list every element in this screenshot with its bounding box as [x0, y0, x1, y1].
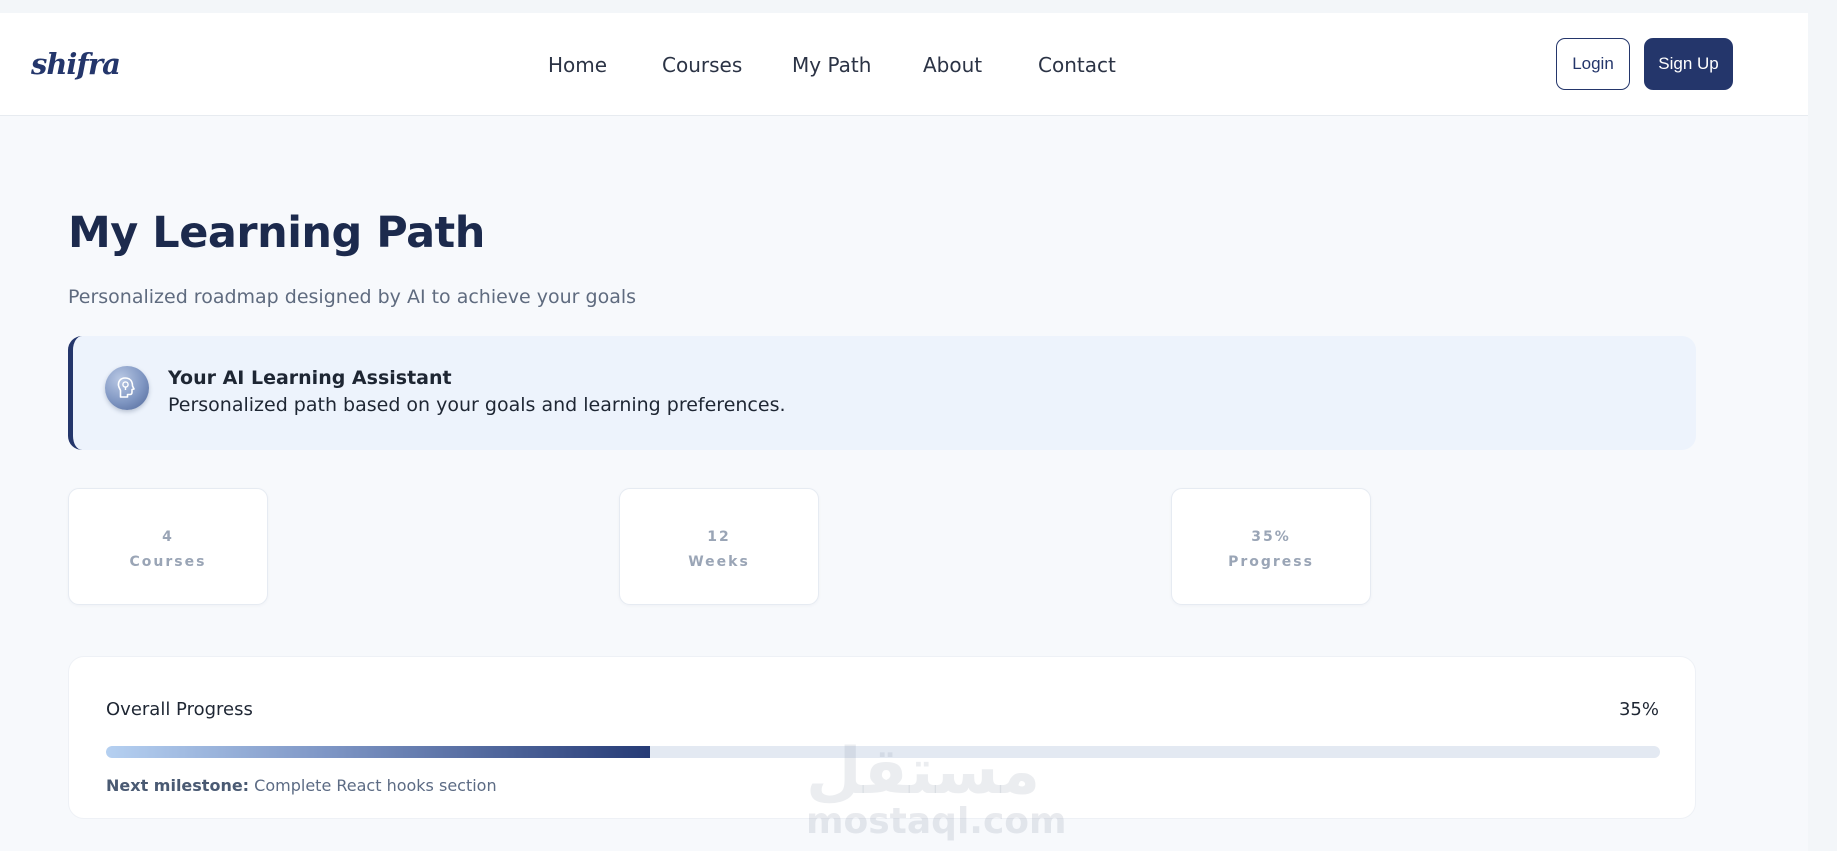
milestone-text: Complete React hooks section	[254, 776, 497, 795]
logo[interactable]: shifra	[31, 47, 121, 81]
nav-link-contact[interactable]: Contact	[1038, 53, 1116, 77]
page-title: My Learning Path	[68, 208, 485, 258]
progress-bar	[106, 746, 1660, 758]
next-milestone: Next milestone: Complete React hooks sec…	[106, 776, 497, 795]
stat-card-weeks: 12 Weeks	[619, 488, 819, 605]
assistant-title: Your AI Learning Assistant	[168, 367, 452, 389]
stat-label: Weeks	[688, 554, 750, 570]
ai-assistant-banner: Your AI Learning Assistant Personalized …	[68, 336, 1696, 450]
nav-link-home[interactable]: Home	[548, 53, 607, 77]
navbar: shifra Home Courses My Path About Contac…	[0, 13, 1808, 116]
stat-card-courses: 4 Courses	[68, 488, 268, 605]
progress-percent: 35%	[1618, 699, 1659, 720]
nav-link-about[interactable]: About	[923, 53, 982, 77]
stat-value: 12	[707, 529, 731, 545]
nav-link-courses[interactable]: Courses	[662, 53, 742, 77]
stat-value: 4	[162, 529, 174, 545]
signup-button[interactable]: Sign Up	[1644, 38, 1733, 90]
page: shifra Home Courses My Path About Contac…	[0, 13, 1808, 851]
assistant-description: Personalized path based on your goals an…	[168, 394, 786, 416]
nav-link-my-path[interactable]: My Path	[792, 53, 871, 77]
milestone-label: Next milestone:	[106, 776, 250, 795]
login-button[interactable]: Login	[1556, 38, 1630, 90]
scroll-gutter	[1808, 0, 1837, 851]
stat-label: Courses	[129, 554, 207, 570]
stat-label: Progress	[1228, 554, 1314, 570]
stat-card-progress: 35% Progress	[1171, 488, 1371, 605]
overall-progress-card: Overall Progress 35% Next milestone: Com…	[68, 656, 1696, 819]
progress-title: Overall Progress	[106, 699, 253, 720]
page-subtitle: Personalized roadmap designed by AI to a…	[68, 286, 637, 308]
stat-value: 35%	[1251, 529, 1291, 545]
ai-head-icon	[105, 366, 149, 410]
progress-bar-fill	[106, 746, 650, 758]
